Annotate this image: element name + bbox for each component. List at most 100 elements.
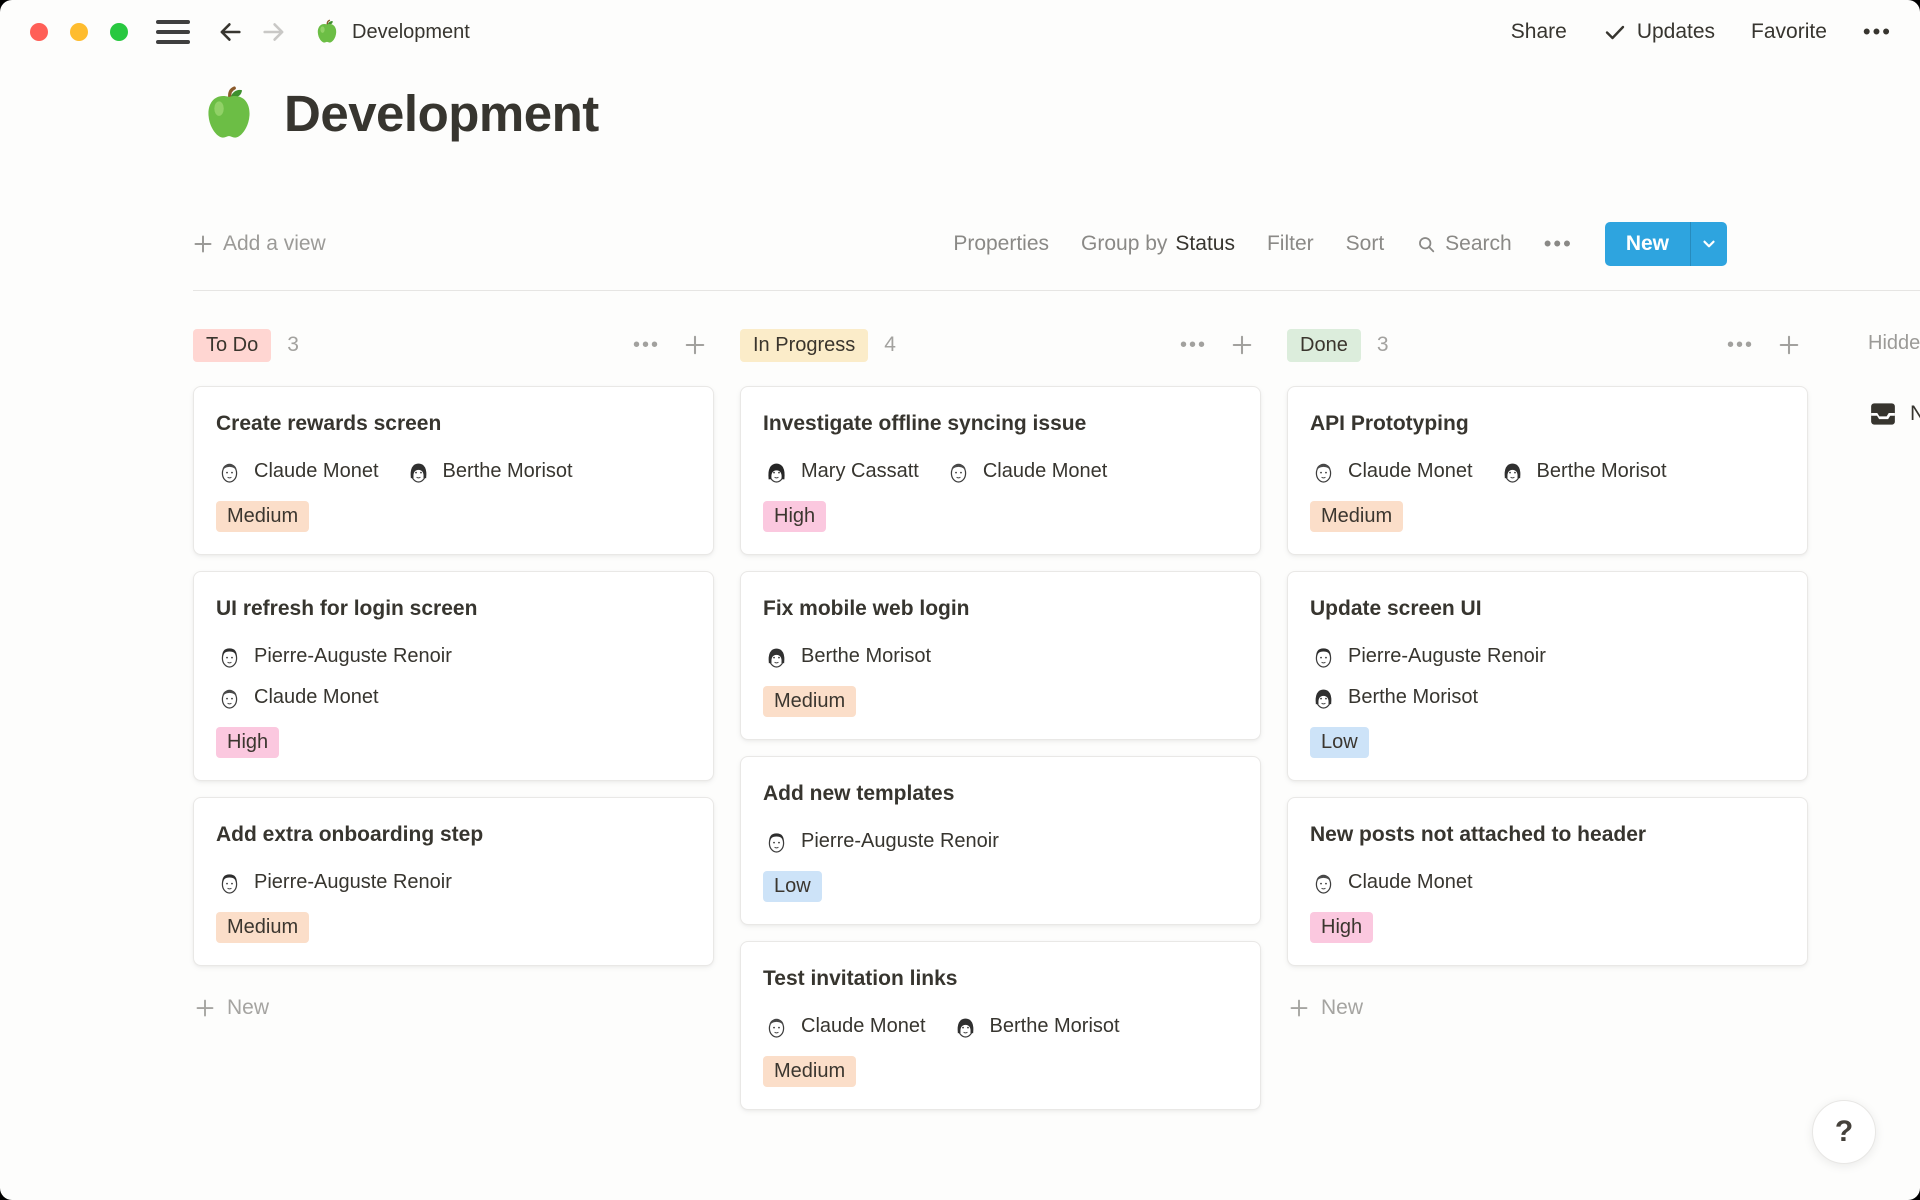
column-status-pill[interactable]: In Progress — [740, 329, 868, 362]
board-column: To Do 3 ••• Create rewards screen Claude… — [193, 326, 714, 1110]
chevron-down-icon — [1700, 235, 1718, 253]
card-priority-pill: High — [763, 501, 826, 532]
add-view-button[interactable]: Add a view — [193, 232, 326, 256]
toolbar-more-icon[interactable]: ••• — [1544, 231, 1573, 257]
new-card-button[interactable]: New — [1287, 996, 1808, 1020]
zoom-button[interactable] — [110, 23, 128, 41]
column-more-icon[interactable]: ••• — [633, 335, 660, 355]
kanban-card[interactable]: Test invitation links Claude MonetBerthe… — [740, 941, 1261, 1110]
card-assignees: Pierre-Auguste Renoir — [216, 869, 691, 896]
favorite-button[interactable]: Favorite — [1751, 20, 1827, 44]
assignee-avatar-icon — [952, 1013, 979, 1040]
card-priority-pill: Medium — [1310, 501, 1403, 532]
kanban-card[interactable]: Investigate offline syncing issue Mary C… — [740, 386, 1261, 555]
close-button[interactable] — [30, 23, 48, 41]
column-header: To Do 3 ••• — [193, 326, 714, 364]
assignee-avatar-icon — [1310, 869, 1337, 896]
card-title: Add extra onboarding step — [216, 823, 691, 847]
column-header: Done 3 ••• — [1287, 326, 1808, 364]
breadcrumb[interactable]: Development — [314, 19, 470, 45]
app-window: Development Share Updates Favorite ••• D… — [0, 0, 1920, 1200]
hidden-columns-panel: Hidden columns No Status — [1868, 332, 1920, 429]
filter-button[interactable]: Filter — [1267, 232, 1314, 256]
view-toolbar: Add a view Properties Group by Status Fi… — [193, 222, 1727, 266]
new-dropdown-button[interactable] — [1690, 222, 1727, 266]
assignee: Pierre-Auguste Renoir — [216, 643, 452, 670]
assignee-name: Claude Monet — [801, 1015, 926, 1038]
column-count: 3 — [287, 333, 299, 357]
column-add-card-icon[interactable] — [684, 334, 706, 356]
card-title: Fix mobile web login — [763, 597, 1238, 621]
card-assignees: Claude MonetBerthe Morisot — [763, 1013, 1238, 1040]
kanban-card[interactable]: API Prototyping Claude MonetBerthe Moris… — [1287, 386, 1808, 555]
assignee: Berthe Morisot — [1499, 458, 1667, 485]
assignee: Pierre-Auguste Renoir — [216, 869, 452, 896]
card-assignees: Berthe Morisot — [763, 643, 1238, 670]
assignee-row: Mary CassattClaude Monet — [763, 458, 1238, 485]
back-button[interactable] — [216, 18, 244, 46]
new-button[interactable]: New — [1605, 222, 1690, 266]
properties-button[interactable]: Properties — [953, 232, 1049, 256]
kanban-card[interactable]: Create rewards screen Claude MonetBerthe… — [193, 386, 714, 555]
sort-button[interactable]: Sort — [1346, 232, 1385, 256]
group-by-button[interactable]: Group by Status — [1081, 232, 1235, 256]
search-button[interactable]: Search — [1416, 232, 1512, 256]
help-button[interactable]: ? — [1812, 1100, 1876, 1164]
new-card-button[interactable]: New — [193, 996, 714, 1020]
share-button[interactable]: Share — [1511, 20, 1567, 44]
card-assignees: Pierre-Auguste Renoir — [763, 828, 1238, 855]
page-title: Development — [284, 84, 599, 143]
kanban-card[interactable]: Update screen UI Pierre-Auguste RenoirBe… — [1287, 571, 1808, 781]
kanban-card[interactable]: Fix mobile web login Berthe Morisot Medi… — [740, 571, 1261, 740]
assignee-avatar-icon — [1310, 643, 1337, 670]
hidden-columns-label[interactable]: Hidden columns — [1868, 332, 1920, 355]
column-more-icon[interactable]: ••• — [1727, 335, 1754, 355]
assignee: Berthe Morisot — [405, 458, 573, 485]
kanban-board: To Do 3 ••• Create rewards screen Claude… — [193, 326, 1808, 1110]
page-emoji-icon — [314, 19, 340, 45]
column-add-card-icon[interactable] — [1778, 334, 1800, 356]
plus-icon — [1289, 998, 1309, 1018]
card-assignees: Claude Monet — [1310, 869, 1785, 896]
updates-button[interactable]: Updates — [1603, 20, 1715, 44]
assignee-name: Pierre-Auguste Renoir — [254, 645, 452, 668]
card-priority-pill: Medium — [216, 501, 309, 532]
kanban-card[interactable]: UI refresh for login screen Pierre-Augus… — [193, 571, 714, 781]
window-controls — [30, 23, 128, 41]
assignee-name: Claude Monet — [254, 686, 379, 709]
forward-button[interactable] — [260, 18, 288, 46]
column-header-actions: ••• — [633, 334, 714, 356]
kanban-card[interactable]: New posts not attached to header Claude … — [1287, 797, 1808, 966]
column-status-pill[interactable]: To Do — [193, 329, 271, 362]
column-cards: API Prototyping Claude MonetBerthe Moris… — [1287, 386, 1808, 966]
assignee-avatar-icon — [1499, 458, 1526, 485]
toolbar-divider — [193, 290, 1920, 291]
kanban-card[interactable]: Add new templates Pierre-Auguste Renoir … — [740, 756, 1261, 925]
column-add-card-icon[interactable] — [1231, 334, 1253, 356]
inbox-tray-icon — [1868, 399, 1898, 429]
assignee-avatar-icon — [216, 643, 243, 670]
card-title: Update screen UI — [1310, 597, 1785, 621]
assignee: Pierre-Auguste Renoir — [1310, 643, 1546, 670]
new-button-group: New — [1605, 222, 1727, 266]
assignee-avatar-icon — [216, 458, 243, 485]
plus-icon — [195, 998, 215, 1018]
kanban-card[interactable]: Add extra onboarding step Pierre-Auguste… — [193, 797, 714, 966]
card-priority-pill: Medium — [763, 686, 856, 717]
assignee: Claude Monet — [216, 684, 379, 711]
hidden-group-no-status[interactable]: No Status — [1868, 399, 1920, 429]
column-status-pill[interactable]: Done — [1287, 329, 1361, 362]
check-icon — [1603, 20, 1627, 44]
topbar-actions: Share Updates Favorite ••• — [1511, 19, 1892, 45]
column-more-icon[interactable]: ••• — [1180, 335, 1207, 355]
column-count: 4 — [884, 333, 896, 357]
card-title: Test invitation links — [763, 967, 1238, 991]
minimize-button[interactable] — [70, 23, 88, 41]
more-options-icon[interactable]: ••• — [1863, 19, 1892, 45]
card-title: New posts not attached to header — [1310, 823, 1785, 847]
card-priority-pill: High — [1310, 912, 1373, 943]
assignee-row: Claude MonetBerthe Morisot — [1310, 458, 1785, 485]
card-assignees: Pierre-Auguste RenoirBerthe Morisot — [1310, 643, 1785, 711]
sidebar-toggle-button[interactable] — [156, 20, 190, 44]
card-title: API Prototyping — [1310, 412, 1785, 436]
